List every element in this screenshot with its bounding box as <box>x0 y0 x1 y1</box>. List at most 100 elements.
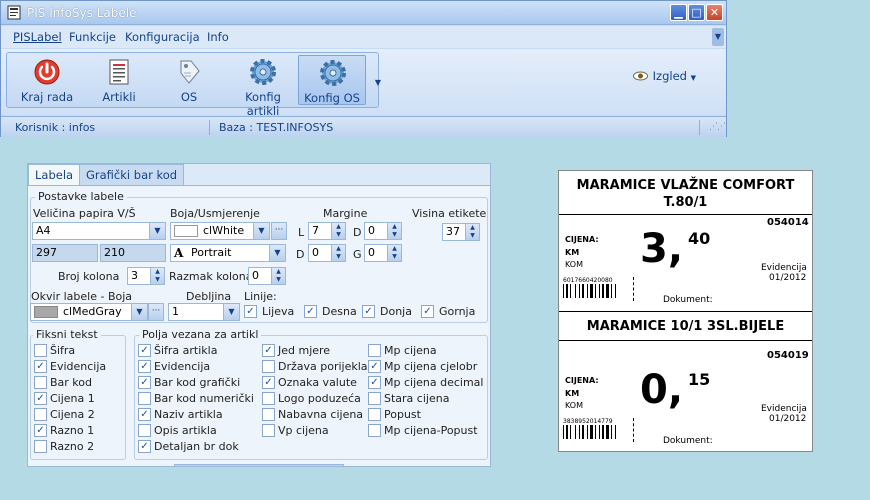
close-button[interactable]: ✕ <box>706 4 723 21</box>
margins-label: Margine <box>323 207 368 220</box>
label-price-int: 0, <box>640 367 684 413</box>
stepper-arrows-icon: ▲ ▼ <box>465 224 479 240</box>
konfig-os-button[interactable]: Konfig OS <box>298 55 366 105</box>
menu-bar: PISLabel Funkcije Konfiguracija Info <box>1 26 726 48</box>
label-dokument: Dokument: <box>663 436 713 446</box>
izgled-menu[interactable]: Izgled ▼ <box>633 69 696 84</box>
status-bar: Korisnik : infos Baza : TEST.INFOSYS ⋰⋰ <box>1 116 726 137</box>
label-currency: KM <box>565 248 580 257</box>
frame-color-label: Okvir labele - Boja <box>31 290 133 303</box>
paper-width-field: 210 <box>100 244 166 262</box>
label-evidencija-value: 01/2012 <box>769 273 807 283</box>
ribbon: Kraj rada Artikli OS Konfig artikli Konf… <box>1 49 726 118</box>
horizontal-scrollbar[interactable] <box>174 464 344 467</box>
artikli-button[interactable]: Artikli <box>87 55 151 105</box>
paper-size-label: Veličina papira V/Š <box>33 207 136 220</box>
paper-size-select[interactable]: A4 ▼ <box>32 222 166 240</box>
thickness-select[interactable]: 1 ▼ <box>168 303 240 321</box>
label-card: MARAMICE VLAŽNE COMFORT T.80/1 054014 CIJEN… <box>559 171 812 312</box>
label-cijena: CIJENA: <box>565 376 599 385</box>
postavke-group-label: Postavke labele <box>35 190 127 203</box>
gear-icon <box>319 59 347 87</box>
label-unit: KOM <box>565 260 584 269</box>
label-product-name-2: T.80/1 <box>663 195 708 210</box>
frame-color-select[interactable]: clMedGray ▼ <box>30 303 148 321</box>
stepper-arrows-icon: ▲ ▼ <box>331 223 345 239</box>
status-db: Baza : TEST.INFOSYS <box>219 121 334 134</box>
power-icon <box>33 58 61 86</box>
gear-icon <box>249 58 277 86</box>
chevron-down-icon[interactable]: ▼ <box>149 223 165 239</box>
label-barcode-number: 3838952014779 <box>563 418 613 425</box>
color-orientation-label: Boja/Usmjerenje <box>170 207 260 220</box>
os-button[interactable]: OS <box>157 55 221 105</box>
label-price-dec: 15 <box>688 370 711 389</box>
color-swatch <box>34 306 58 318</box>
stepper-arrows-icon: ▲ ▼ <box>387 245 401 261</box>
menu-pislabel[interactable]: PISLabel <box>13 30 62 44</box>
menu-funkcije[interactable]: Funkcije <box>69 30 116 44</box>
maximize-button[interactable]: □ <box>688 4 705 21</box>
title-bar[interactable]: PIS InfoSys Labele ▁ □ ✕ <box>1 1 726 25</box>
ribbon-group: Kraj rada Artikli OS Konfig artikli Konf… <box>6 52 381 118</box>
color-swatch <box>174 225 198 237</box>
columns-stepper[interactable]: 3 ▲ ▼ <box>127 267 165 285</box>
app-icon <box>7 5 21 20</box>
label-code: 054019 <box>767 350 809 361</box>
column-spacing-label: Razmak kolona <box>169 270 253 283</box>
margin-right-stepper[interactable]: 0 ▲ ▼ <box>364 222 402 240</box>
label-guide-line <box>633 277 634 301</box>
font-orientation-icon: A <box>174 246 184 260</box>
tag-icon <box>175 58 203 86</box>
menu-konfiguracija[interactable]: Konfiguracija <box>125 30 200 44</box>
settings-panel: Labela Grafički bar kod Postavke labele … <box>27 163 491 467</box>
label-product-name: MARAMICE VLAŽNE COMFORT <box>576 178 795 193</box>
label-divider <box>559 214 812 215</box>
polja-group-label: Polja vezana za artikl <box>139 328 262 341</box>
chevron-down-icon[interactable]: ▼ <box>223 304 239 320</box>
menu-info[interactable]: Info <box>207 30 229 44</box>
fiksni-tekst-group-label: Fiksni tekst <box>33 328 101 341</box>
margin-bottom-stepper[interactable]: 0 ▲ ▼ <box>308 244 346 262</box>
stepper-arrows-icon: ▲ ▼ <box>271 268 285 284</box>
eye-icon <box>633 70 649 84</box>
chevron-down-icon[interactable]: ▼ <box>131 304 147 320</box>
label-product-name: MARAMICE 10/1 3SL.BIJELE <box>586 319 785 334</box>
status-divider <box>699 120 700 135</box>
ribbon-chevron-down-icon[interactable]: ▼ <box>373 58 383 108</box>
label-divider <box>559 340 812 341</box>
chevron-down-icon[interactable]: ▼ <box>269 245 285 261</box>
label-dokument: Dokument: <box>663 295 713 305</box>
label-code: 054014 <box>767 217 809 228</box>
barcode-icon <box>563 425 616 439</box>
margin-left-stepper[interactable]: 7 ▲ ▼ <box>308 222 346 240</box>
background-color-select[interactable]: clWhite ▼ <box>170 222 270 240</box>
label-height-stepper[interactable]: 37 ▲ ▼ <box>442 223 480 241</box>
stepper-arrows-icon: ▲ ▼ <box>150 268 164 284</box>
columns-label: Broj kolona <box>58 270 120 283</box>
label-evidencija: Evidencija <box>761 404 807 414</box>
stepper-arrows-icon: ▲ ▼ <box>331 245 345 261</box>
margin-top-stepper[interactable]: 0 ▲ ▼ <box>364 244 402 262</box>
chevron-down-icon: ▼ <box>690 74 697 82</box>
label-barcode-number: 6017660420080 <box>563 277 613 284</box>
resize-grip-icon[interactable]: ⋰⋰ <box>709 122 726 132</box>
stepper-arrows-icon: ▲ ▼ <box>387 223 401 239</box>
column-spacing-stepper[interactable]: 0 ▲ ▼ <box>248 267 286 285</box>
chevron-down-icon[interactable]: ▼ <box>253 223 269 239</box>
frame-color-picker-button[interactable]: ··· <box>148 303 164 321</box>
tab-graficki-bar-kod[interactable]: Grafički bar kod <box>79 164 185 185</box>
konfig-artikli-button[interactable]: Konfig artikli <box>227 55 299 118</box>
label-price-int: 3, <box>640 226 684 272</box>
orientation-select[interactable]: A Portrait ▼ <box>170 244 286 262</box>
tab-content: Postavke labele Veličina papira V/Š A4 ▼ … <box>28 185 490 467</box>
tab-labela[interactable]: Labela <box>28 164 81 185</box>
minimize-button[interactable]: ▁ <box>670 4 687 21</box>
label-price-dec: 40 <box>688 229 711 248</box>
menu-chevron-down-icon[interactable]: ▼ <box>712 28 724 46</box>
color-picker-button[interactable]: ··· <box>271 222 287 240</box>
kraj-rada-button[interactable]: Kraj rada <box>15 55 79 105</box>
window-title: PIS InfoSys Labele <box>27 6 137 20</box>
status-divider <box>209 120 210 135</box>
label-evidencija-value: 01/2012 <box>769 414 807 424</box>
